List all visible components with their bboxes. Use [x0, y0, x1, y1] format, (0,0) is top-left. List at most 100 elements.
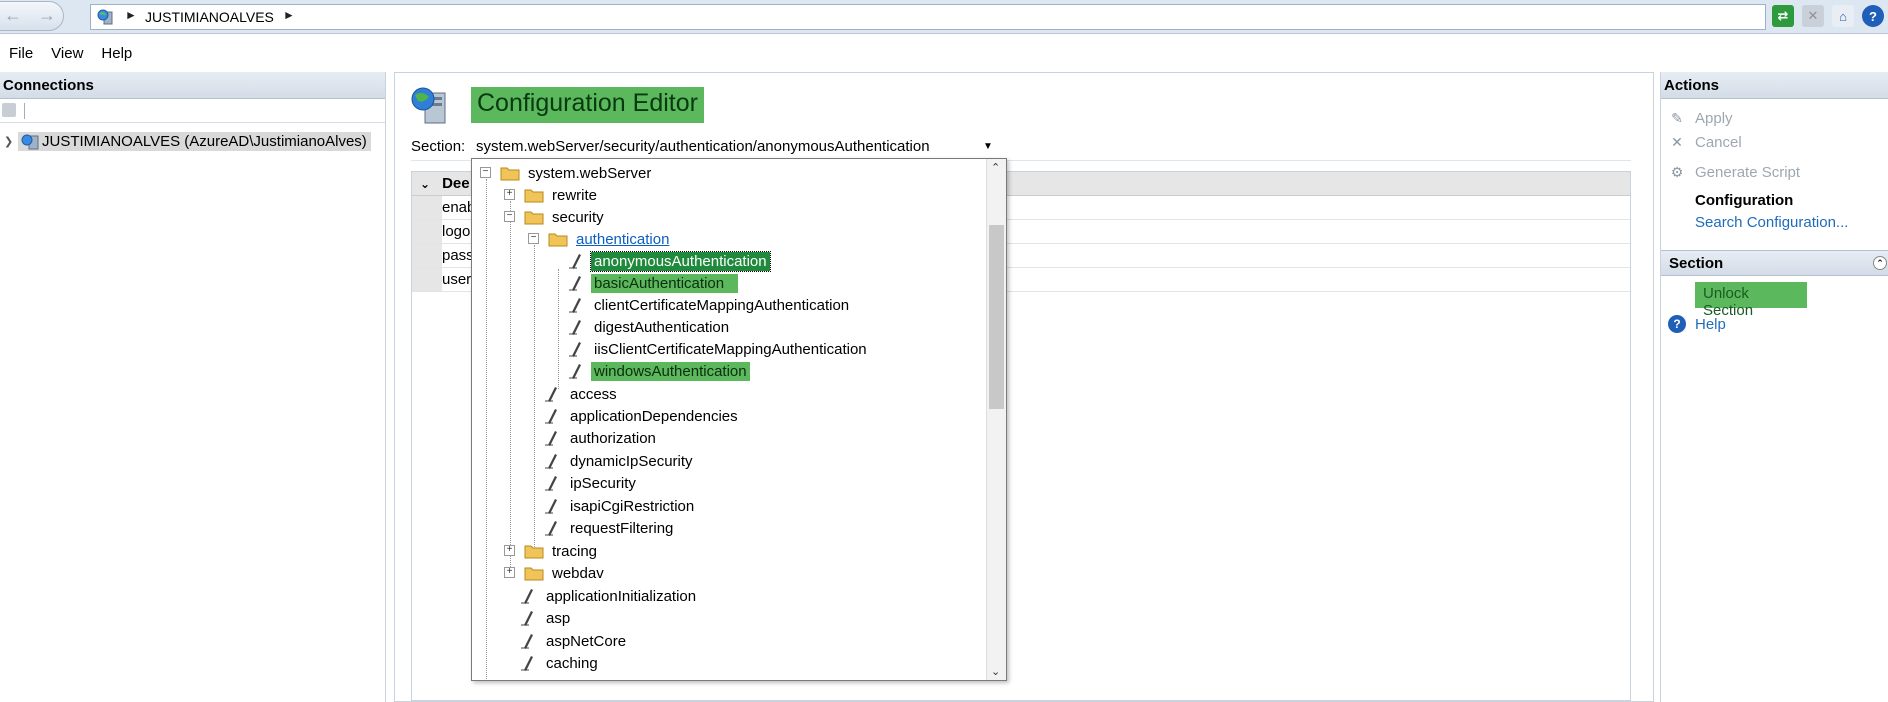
cancel-label: Cancel [1695, 133, 1742, 151]
unlock-section-button[interactable]: Unlock Section [1695, 282, 1807, 319]
configuration-editor-icon [411, 87, 446, 124]
tree-label: requestFiltering [570, 519, 674, 537]
tree-node-security[interactable]: − security [504, 206, 607, 228]
tree-label: applicationDependencies [570, 407, 738, 425]
collapse-toggle-icon[interactable]: − [528, 233, 539, 244]
tree-scrollbar[interactable]: ⌃ ⌄ [986, 159, 1006, 680]
tree-node-basic-authentication[interactable]: basicAuthentication [566, 272, 739, 294]
collapse-circle-icon[interactable]: ⌃ [1873, 256, 1887, 270]
tree-label: webdav [552, 564, 604, 582]
row-gutter [412, 268, 442, 291]
tree-guide-line [486, 179, 487, 679]
collapse-toggle-icon[interactable]: − [480, 167, 491, 178]
expand-chevron-icon[interactable]: ❯ [4, 135, 18, 148]
tree-node-aspnetcore[interactable]: aspNetCore [518, 630, 629, 652]
tree-node-authorization[interactable]: authorization [542, 427, 659, 449]
config-section-icon [569, 298, 581, 313]
tree-label: system.webServer [528, 164, 652, 182]
connections-header: Connections [0, 72, 385, 99]
stop-icon[interactable]: ✕ [1802, 5, 1824, 27]
section-header: Section ⌃ [1661, 250, 1888, 276]
help-action[interactable]: ? Help [1661, 312, 1888, 336]
menu-bar: File View Help [0, 40, 141, 68]
configuration-label: Configuration [1695, 191, 1794, 209]
menu-help[interactable]: Help [92, 40, 141, 68]
generate-script-action[interactable]: ⚙ Generate Script [1661, 160, 1888, 184]
server-node[interactable]: ❯ JUSTIMIANOALVES (AzureAD\JustimianoAlv… [4, 130, 371, 152]
tree-node-tracing[interactable]: + tracing [504, 540, 600, 562]
tree-label: iisClientCertificateMappingAuthenticatio… [594, 340, 867, 358]
tree-node-windows-authentication[interactable]: windowsAuthentication [566, 360, 750, 382]
tree-node-anonymous-authentication[interactable]: anonymousAuthentication [566, 250, 771, 272]
server-name: JUSTIMIANOALVES (AzureAD\JustimianoAlves… [42, 132, 367, 150]
help-label: Help [1695, 315, 1726, 333]
tree-node-system-webserver[interactable]: − system.webServer [480, 162, 654, 184]
tree-label: digestAuthentication [594, 318, 730, 336]
menu-view[interactable]: View [42, 40, 92, 68]
nav-buttons: ← → [0, 1, 64, 31]
address-field[interactable]: ► JUSTIMIANOALVES ► [90, 4, 1766, 30]
folder-icon [500, 167, 520, 181]
tree-node-digest-authentication[interactable]: digestAuthentication [566, 316, 732, 338]
server-globe-icon [97, 9, 113, 25]
refresh-icon[interactable]: ⇄ [1772, 5, 1794, 27]
section-tree-dropdown[interactable]: − system.webServer + rewrite − security … [471, 158, 1007, 681]
tree-node-asp[interactable]: asp [518, 607, 573, 629]
tree-guide-line [534, 245, 535, 551]
section-header-label: Section [1669, 255, 1724, 272]
expand-toggle-icon[interactable]: + [504, 567, 515, 578]
search-configuration-link[interactable]: Search Configuration... [1661, 210, 1888, 234]
forward-arrow-icon[interactable]: → [38, 5, 56, 26]
tree-node-client-certificate-mapping[interactable]: clientCertificateMappingAuthentication [566, 294, 852, 316]
tree-node-access[interactable]: access [542, 383, 620, 405]
tree-label: clientCertificateMappingAuthentication [594, 296, 850, 314]
tree-node-rewrite[interactable]: + rewrite [504, 184, 600, 206]
collapse-chevron-icon[interactable]: ⌄ [420, 177, 430, 191]
tree-node-ip-security[interactable]: ipSecurity [542, 472, 639, 494]
tree-label: security [552, 208, 604, 226]
cancel-action[interactable]: ✕ Cancel [1661, 130, 1888, 154]
home-icon[interactable]: ⌂ [1832, 5, 1854, 27]
menu-file[interactable]: File [0, 40, 42, 68]
expand-toggle-icon[interactable]: + [504, 189, 515, 200]
help-icon[interactable]: ? [1862, 5, 1884, 27]
section-select[interactable]: system.webServer/security/authentication… [469, 133, 999, 159]
row-gutter [412, 244, 442, 267]
config-section-icon [521, 656, 533, 671]
dropdown-arrow-icon[interactable]: ▼ [983, 141, 993, 152]
search-configuration-label: Search Configuration... [1695, 213, 1849, 231]
tree-node-request-filtering[interactable]: requestFiltering [542, 517, 676, 539]
scroll-up-icon[interactable]: ⌃ [991, 161, 1000, 174]
tree-label: authentication [576, 230, 670, 248]
breadcrumb-separator-icon[interactable]: ► [283, 8, 295, 22]
address-bar-area: ← → ► JUSTIMIANOALVES ► ⇄ ✕ ⌂ ? [0, 0, 1888, 34]
tree-node-isapi-cgi-restriction[interactable]: isapiCgiRestriction [542, 495, 697, 517]
back-arrow-icon[interactable]: ← [4, 5, 22, 26]
tree-label: isapiCgiRestriction [570, 497, 695, 515]
apply-icon: ✎ [1671, 109, 1683, 126]
tree-node-webdav[interactable]: + webdav [504, 562, 607, 584]
config-section-icon [569, 342, 581, 357]
tree-guide-line [558, 269, 559, 389]
config-section-icon [569, 364, 581, 379]
connections-toolbar [0, 99, 385, 123]
tree-node-caching[interactable]: caching [518, 652, 601, 674]
server-node-label[interactable]: JUSTIMIANOALVES (AzureAD\JustimianoAlves… [18, 131, 371, 151]
tree-node-application-dependencies[interactable]: applicationDependencies [542, 405, 741, 427]
apply-action[interactable]: ✎ Apply [1661, 106, 1888, 130]
connect-icon[interactable] [2, 103, 16, 117]
scroll-down-icon[interactable]: ⌄ [991, 665, 1000, 678]
config-section-icon [545, 431, 557, 446]
scrollbar-thumb[interactable] [989, 225, 1004, 409]
expand-toggle-icon[interactable]: + [504, 545, 515, 556]
breadcrumb-host[interactable]: JUSTIMIANOALVES [145, 9, 274, 25]
folder-icon [524, 189, 544, 203]
tree-label: access [570, 385, 617, 403]
tree-node-authentication[interactable]: − authentication [528, 228, 672, 250]
tree-node-iis-client-certificate-mapping[interactable]: iisClientCertificateMappingAuthenticatio… [566, 338, 870, 360]
tree-node-dynamic-ip-security[interactable]: dynamicIpSecurity [542, 450, 696, 472]
collapse-toggle-icon[interactable]: − [504, 211, 515, 222]
tree-node-application-initialization[interactable]: applicationInitialization [518, 585, 699, 607]
config-section-icon [569, 254, 581, 269]
